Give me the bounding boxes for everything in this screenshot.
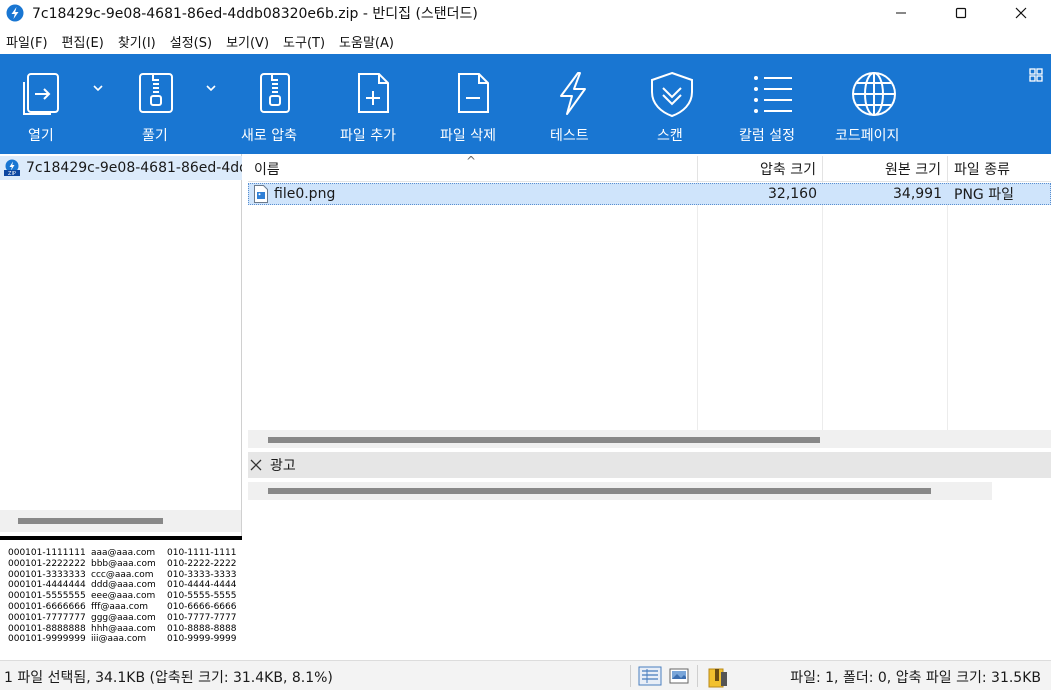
status-divider	[630, 665, 631, 687]
details-view-icon[interactable]	[638, 666, 662, 686]
png-file-icon	[254, 185, 268, 203]
menu-edit[interactable]: 편집(E)	[62, 32, 104, 51]
file-list-header: 이름 ^ 압축 크기 원본 크기 파일 종류	[248, 154, 1051, 182]
test-label: 테스트	[550, 128, 589, 144]
scan-label: 스캔	[657, 128, 683, 144]
list-columns-icon	[754, 76, 792, 113]
minimize-icon	[896, 12, 906, 14]
status-divider	[697, 665, 698, 687]
file-row-selected[interactable]: file0.png 32,160 34,991 PNG 파일	[248, 183, 1051, 205]
preview-row: 000101-5555555 eee@aaa.com 010-5555-5555	[8, 591, 237, 602]
thumbnail-view-icon[interactable]	[668, 666, 690, 686]
preview-row: 000101-4444444 ddd@aaa.com 010-4444-4444	[8, 580, 237, 591]
column-header-compressed[interactable]: 압축 크기	[698, 156, 823, 182]
codepage-label: 코드페이지	[835, 128, 900, 144]
maximize-icon	[955, 7, 967, 19]
column-divider	[947, 182, 948, 430]
delete-file-label: 파일 삭제	[440, 128, 496, 144]
menu-find[interactable]: 찾기(I)	[118, 32, 156, 51]
tree-item-label: 7c18429c-9e08-4681-86ed-4ddb08320e6b.zip	[26, 160, 242, 176]
new-archive-label: 새로 압축	[241, 128, 297, 144]
svg-text:ZIP: ZIP	[8, 171, 16, 177]
column-header-name[interactable]: 이름 ^	[248, 154, 698, 182]
archive-status: 파일: 1, 폴더: 0, 압축 파일 크기: 31.5KB	[790, 670, 1041, 686]
ad-header: 광고	[248, 452, 1051, 478]
status-bar: 1 파일 선택됨, 34.1KB (압축된 크기: 31.4KB, 8.1%) …	[0, 660, 1051, 690]
menu-settings[interactable]: 설정(S)	[170, 32, 212, 51]
ad-scrollbar-thumb[interactable]	[268, 488, 931, 494]
open-dropdown-chevron-icon[interactable]	[92, 84, 104, 92]
file-list: file0.png 32,160 34,991 PNG 파일	[248, 182, 1051, 430]
delete-file-icon	[458, 73, 489, 113]
delete-file-button[interactable]: 파일 삭제	[440, 54, 506, 154]
folder-tree-panel: ZIP 7c18429c-9e08-4681-86ed-4ddb08320e6b…	[0, 154, 242, 536]
menu-tools[interactable]: 도구(T)	[283, 32, 325, 51]
ad-label: 광고	[270, 458, 296, 474]
shield-icon	[651, 71, 693, 118]
preview-row: 000101-7777777 ggg@aaa.com 010-7777-7777	[8, 612, 237, 623]
close-icon	[1015, 7, 1027, 19]
sort-ascending-icon: ^	[466, 154, 477, 168]
title-bar: 7c18429c-9e08-4681-86ed-4ddb08320e6b.zip…	[0, 0, 1051, 26]
file-type-cell: PNG 파일	[954, 187, 1014, 203]
tree-horizontal-scrollbar[interactable]	[0, 510, 241, 532]
grid-view-icon[interactable]	[1029, 68, 1043, 82]
globe-icon	[852, 72, 896, 116]
preview-row: 000101-6666666 fff@aaa.com 010-6666-6666	[8, 601, 237, 612]
minimize-button[interactable]	[871, 0, 931, 26]
file-list-scrollbar-thumb[interactable]	[268, 437, 820, 443]
column-divider	[822, 182, 823, 430]
window-title: 7c18429c-9e08-4681-86ed-4ddb08320e6b.zip…	[32, 6, 478, 22]
extract-zip-icon	[139, 73, 173, 113]
new-archive-button[interactable]: 새로 압축	[240, 54, 310, 154]
test-button[interactable]: 테스트	[548, 54, 598, 154]
tree-item-archive[interactable]: ZIP 7c18429c-9e08-4681-86ed-4ddb08320e6b…	[0, 156, 242, 180]
archive-info-icon[interactable]	[707, 666, 729, 688]
column-header-type[interactable]: 파일 종류	[948, 156, 1051, 182]
ad-horizontal-scrollbar[interactable]	[248, 482, 992, 500]
open-button[interactable]: 열기	[18, 54, 68, 154]
file-original-cell: 34,991	[893, 186, 942, 202]
column-settings-label: 칼럼 설정	[739, 128, 795, 144]
column-header-original[interactable]: 원본 크기	[823, 156, 948, 182]
close-ad-icon[interactable]	[250, 459, 262, 471]
open-archive-icon	[23, 73, 59, 115]
menu-file[interactable]: 파일(F)	[6, 32, 48, 51]
close-button[interactable]	[991, 0, 1051, 26]
file-list-horizontal-scrollbar[interactable]	[248, 430, 1051, 448]
preview-row: 000101-3333333 ccc@aaa.com 010-3333-3333	[8, 569, 237, 580]
column-settings-button[interactable]: 칼럼 설정	[738, 54, 808, 154]
add-file-button[interactable]: 파일 추가	[340, 54, 406, 154]
file-compressed-cell: 32,160	[768, 186, 817, 202]
preview-row: 000101-9999999 iii@aaa.com 010-9999-9999	[8, 634, 237, 645]
extract-label: 풀기	[142, 128, 168, 144]
scan-button[interactable]: 스캔	[646, 54, 698, 154]
maximize-button[interactable]	[931, 0, 991, 26]
menu-help[interactable]: 도움말(A)	[339, 32, 394, 51]
toolbar: 열기 풀기 새로 압축 파일 추가 파일 삭제 테스트 스캔 칼럼 설정 코드페…	[0, 54, 1051, 154]
extract-button[interactable]: 풀기	[130, 54, 182, 154]
preview-row: 000101-8888888 hhh@aaa.com 010-8888-8888	[8, 623, 237, 634]
tree-scrollbar-thumb[interactable]	[18, 518, 163, 524]
selection-status: 1 파일 선택됨, 34.1KB (압축된 크기: 31.4KB, 8.1%)	[4, 670, 333, 686]
codepage-button[interactable]: 코드페이지	[834, 54, 914, 154]
extract-dropdown-chevron-icon[interactable]	[205, 84, 217, 92]
bandizip-logo-icon	[6, 4, 24, 22]
open-label: 열기	[28, 128, 54, 144]
menu-bar: 파일(F) 편집(E) 찾기(I) 설정(S) 보기(V) 도구(T) 도움말(…	[0, 28, 1051, 54]
column-divider	[697, 182, 698, 430]
image-preview: 000101-1111111 aaa@aaa.com 010-1111-1111 0…	[0, 540, 242, 656]
add-file-label: 파일 추가	[340, 128, 396, 144]
preview-row: 000101-2222222 bbb@aaa.com 010-2222-2222	[8, 558, 237, 569]
new-archive-icon	[260, 73, 290, 113]
lightning-icon	[560, 72, 586, 115]
file-name-cell: file0.png	[253, 184, 693, 204]
zip-archive-icon: ZIP	[4, 159, 20, 177]
add-file-icon	[358, 73, 389, 113]
preview-row: 000101-1111111 aaa@aaa.com 010-1111-1111	[8, 548, 237, 558]
menu-view[interactable]: 보기(V)	[226, 32, 269, 51]
